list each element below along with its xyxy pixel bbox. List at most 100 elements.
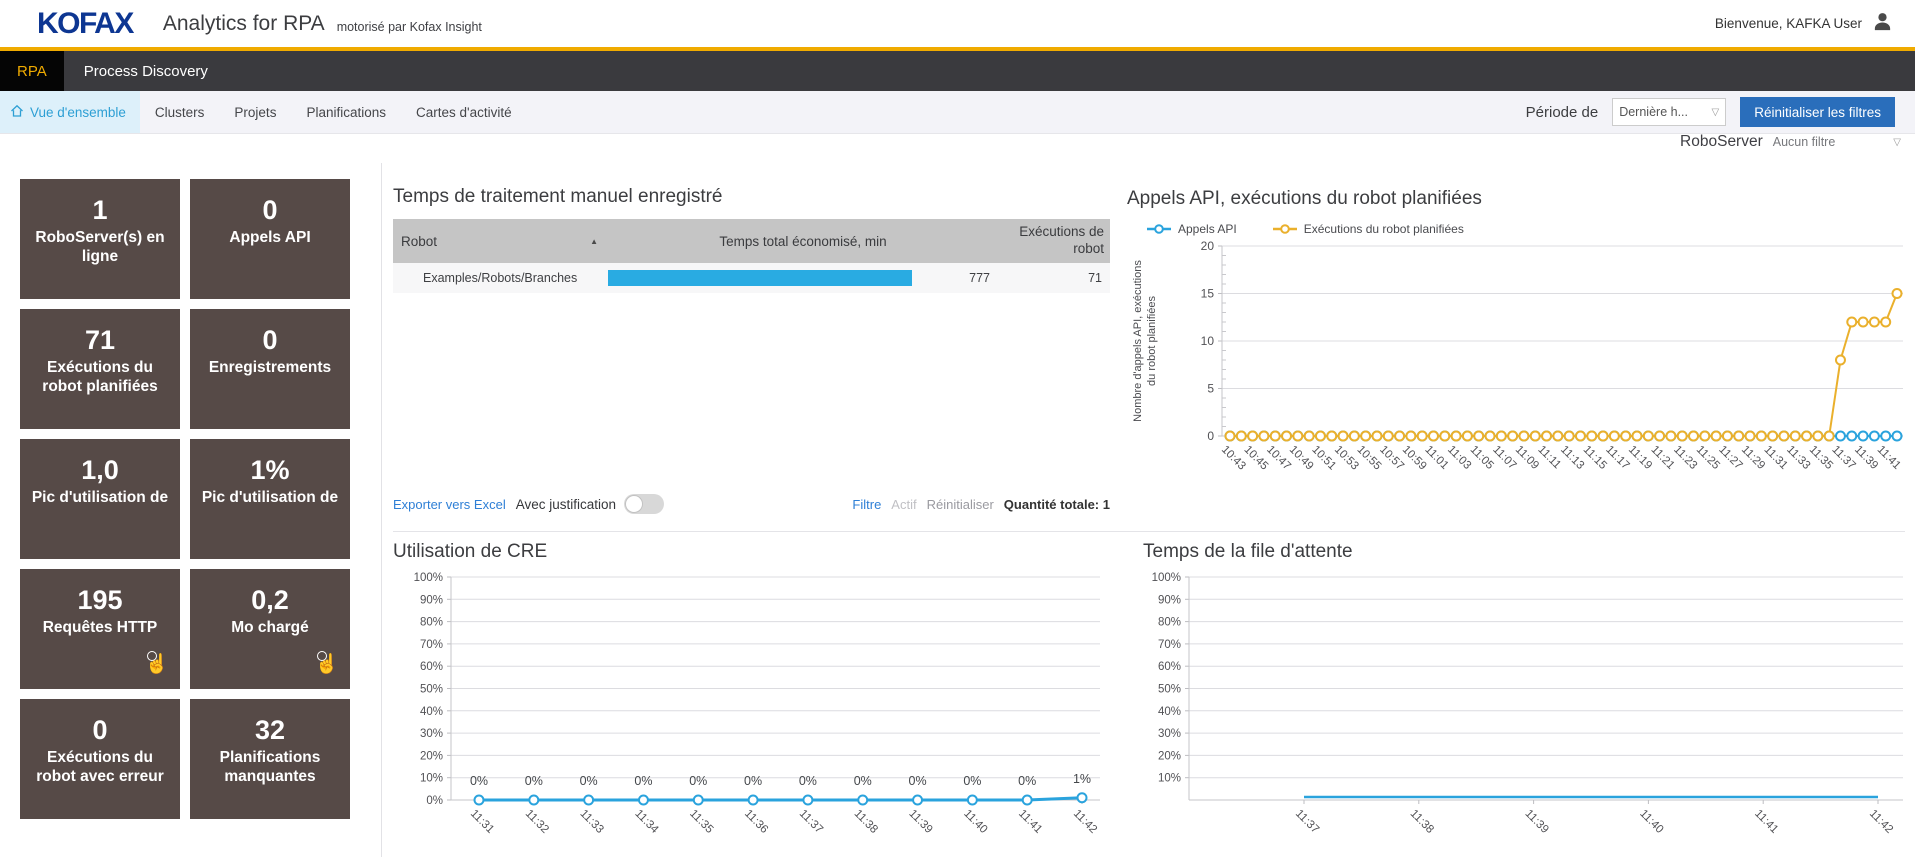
tile-label: Exécutions du robot avec erreur (36, 749, 164, 786)
svg-text:0%: 0% (799, 774, 817, 788)
tile-value: 0 (92, 715, 108, 745)
svg-text:11:36: 11:36 (742, 808, 770, 836)
legend-item-appels-api[interactable]: Appels API (1147, 222, 1237, 236)
svg-text:1%: 1% (1073, 772, 1091, 786)
svg-text:10:43: 10:43 (1219, 444, 1248, 473)
metric-tile[interactable]: 0 Enregistrements (190, 309, 350, 429)
cell-robot: Examples/Robots/Branches (423, 271, 578, 285)
metric-tile[interactable]: 0,2 Mo chargé ☝ (190, 569, 350, 689)
svg-text:11:40: 11:40 (961, 808, 989, 836)
svg-text:80%: 80% (420, 617, 443, 629)
metric-tile[interactable]: 32 Planifications manquantes (190, 699, 350, 819)
tile-value: 195 (77, 585, 123, 615)
metric-tile[interactable]: 71 Exécutions du robot planifiées (20, 309, 180, 429)
tab-process-discovery[interactable]: Process Discovery (64, 51, 228, 91)
main-nav: RPA Process Discovery (0, 51, 1915, 91)
svg-text:0%: 0% (689, 774, 707, 788)
queue-time-chart: Temps de la file d'attente 10% 20% 30% 40% 5… (1143, 541, 1915, 857)
robots-table: Robot ▲ Temps total économisé, min Exécu… (393, 219, 1110, 293)
svg-text:50%: 50% (1158, 684, 1181, 696)
period-select[interactable]: Dernière h... ▽ (1612, 98, 1727, 126)
export-excel-link[interactable]: Exporter vers Excel (393, 497, 506, 512)
svg-text:11:23: 11:23 (1671, 444, 1699, 472)
page-title: Analytics for RPA (162, 11, 325, 35)
cre-utilisation-chart: Utilisation de CRE 0% 10% 20% 30% 40% 50% 60% 7… (393, 541, 1110, 857)
svg-text:10:47: 10:47 (1264, 444, 1293, 473)
line-chart-svg: 0% 10% 20% 30% 40% 50% 60% 70% 80% 90% 100% 11:31 11… (414, 572, 1100, 836)
filter-link[interactable]: Filtre (852, 497, 881, 512)
svg-text:11:35: 11:35 (687, 808, 715, 836)
period-value: Dernière h... (1619, 105, 1688, 119)
header-right: Bienvenue, KAFKA User (1715, 11, 1893, 37)
svg-text:0: 0 (1207, 429, 1214, 443)
metric-tile[interactable]: 0 Appels API (190, 179, 350, 299)
svg-text:60%: 60% (420, 661, 443, 673)
column-header-executions[interactable]: Exécutions de robot (998, 224, 1110, 258)
manual-time-section: Temps de traitement manuel enregistré Ro… (393, 186, 1110, 293)
metric-tile[interactable]: 1,0 Pic d'utilisation de (20, 439, 180, 559)
subnav-item-planifications[interactable]: Planifications (291, 91, 401, 133)
metric-tiles: 1 RoboServer(s) en ligne 0 Appels API 71… (20, 179, 350, 819)
kofax-logo: KOFAX (37, 6, 134, 40)
tile-label: Requêtes HTTP (42, 619, 158, 636)
svg-text:11:27: 11:27 (1716, 444, 1744, 472)
tab-rpa[interactable]: RPA (0, 51, 64, 91)
welcome-text: Bienvenue, KAFKA User (1714, 16, 1862, 31)
metric-tile[interactable]: 1 RoboServer(s) en ligne (20, 179, 180, 299)
svg-text:11:09: 11:09 (1513, 444, 1541, 472)
column-header-time-saved[interactable]: Temps total économisé, min (608, 234, 998, 249)
svg-text:11:07: 11:07 (1490, 444, 1518, 472)
subnav-item-vue-densemble[interactable]: Vue d'ensemble (0, 91, 140, 133)
svg-text:11:05: 11:05 (1468, 444, 1496, 472)
total-value: 1 (1102, 496, 1110, 512)
subnav-item-cartes-activite[interactable]: Cartes d'activité (401, 91, 527, 133)
filter-controls: Période de Dernière h... ▽ Réinitialiser… (1526, 91, 1895, 133)
reset-filters-button[interactable]: Réinitialiser les filtres (1740, 97, 1895, 127)
justification-label: Avec justification (515, 496, 617, 512)
roboserver-label: RoboServer (1680, 133, 1763, 150)
toggle-knob (625, 495, 644, 513)
home-icon (10, 104, 24, 121)
click-hand-icon: ☝ (315, 651, 339, 681)
tile-label: Mo chargé (231, 619, 309, 636)
active-label: Actif (891, 496, 917, 512)
table-row[interactable]: Examples/Robots/Branches 777 71 (393, 263, 1110, 293)
chart-title: Appels API, exécutions du robot planifié… (1127, 188, 1482, 209)
justification-toggle[interactable] (624, 494, 665, 514)
svg-text:11:15: 11:15 (1581, 444, 1609, 472)
column-header-robot[interactable]: Robot ▲ (393, 234, 608, 249)
svg-text:11:35: 11:35 (1807, 444, 1835, 472)
svg-text:30%: 30% (1158, 728, 1181, 740)
subnav-item-projets[interactable]: Projets (219, 91, 291, 133)
tile-label: Enregistrements (208, 359, 332, 376)
metric-tile[interactable]: 1% Pic d'utilisation de (190, 439, 350, 559)
legend-item-executions-planifiees[interactable]: Exécutions du robot planifiées (1272, 222, 1464, 236)
svg-text:11:32: 11:32 (523, 808, 551, 836)
tile-label: Planifications manquantes (219, 749, 321, 786)
svg-text:11:33: 11:33 (578, 808, 606, 836)
metric-tile[interactable]: 195 Requêtes HTTP ☝ (20, 569, 180, 689)
svg-text:11:37: 11:37 (1293, 808, 1321, 836)
roboserver-filter[interactable]: RoboServer Aucun filtre ▽ (1680, 133, 1901, 151)
svg-text:11:39: 11:39 (1852, 444, 1880, 472)
tile-value: 1,0 (81, 455, 119, 485)
svg-text:11:40: 11:40 (1637, 808, 1665, 836)
svg-text:11:37: 11:37 (1829, 444, 1857, 472)
svg-text:11:31: 11:31 (1762, 444, 1790, 472)
horizontal-divider (393, 531, 1905, 532)
svg-text:0%: 0% (854, 774, 872, 788)
svg-text:70%: 70% (420, 639, 443, 651)
svg-text:0%: 0% (470, 774, 488, 788)
svg-text:11:21: 11:21 (1648, 444, 1676, 472)
metric-tile[interactable]: 0 Exécutions du robot avec erreur (20, 699, 180, 819)
user-icon[interactable] (1872, 11, 1893, 37)
svg-text:50%: 50% (420, 684, 443, 696)
svg-text:11:37: 11:37 (797, 808, 825, 836)
svg-text:11:31: 11:31 (468, 808, 496, 836)
subnav-item-clusters[interactable]: Clusters (140, 91, 220, 133)
reset-link[interactable]: Réinitialiser (927, 497, 994, 512)
svg-text:60%: 60% (1158, 661, 1181, 673)
tile-label: Pic d'utilisation de (31, 489, 169, 506)
sort-asc-icon: ▲ (590, 236, 598, 246)
tile-label: Exécutions du robot planifiées (42, 359, 158, 396)
